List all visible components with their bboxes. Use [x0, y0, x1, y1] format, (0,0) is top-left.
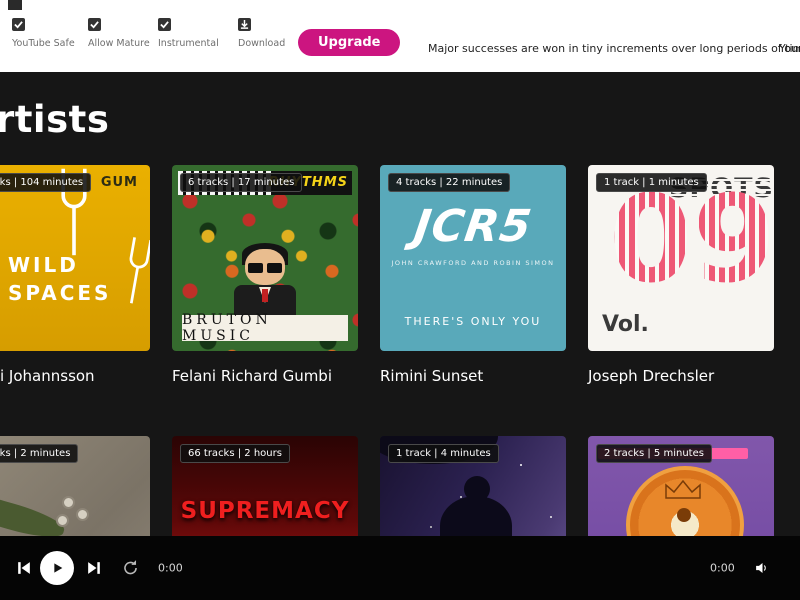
- vol-label: Vol.: [602, 312, 649, 337]
- remaining-time: 0:00: [710, 561, 735, 575]
- track-count-badge: 2 tracks | 5 minutes: [596, 444, 712, 463]
- album-art[interactable]: tracks | 104 minutes GUM WILD SPACES: [0, 165, 150, 351]
- upgrade-button[interactable]: Upgrade: [298, 29, 401, 56]
- window-fragment: [8, 0, 22, 10]
- artist-card[interactable]: 4 tracks | 22 minutes JCR5 JOHN CRAWFORD…: [380, 165, 566, 385]
- artist-name[interactable]: Felani Richard Gumbi: [172, 367, 358, 385]
- filter-download[interactable]: Download: [238, 18, 285, 49]
- quote-text: Major successes are won in tiny incremen…: [428, 42, 800, 55]
- illustration-man: [234, 243, 296, 321]
- figure-face: [677, 508, 691, 522]
- artist-name[interactable]: Joseph Drechsler: [588, 367, 774, 385]
- artist-card[interactable]: RHYTHMS 6 tracks | 17 minutes BRUTON MUS…: [172, 165, 358, 385]
- track-count-badge: 66 tracks | 2 hours: [180, 444, 290, 463]
- band-members: JOHN CRAWFORD AND ROBIN SIMON: [391, 259, 555, 267]
- download-icon[interactable]: [238, 18, 251, 31]
- track-count-badge: 4 tracks | 22 minutes: [388, 173, 511, 192]
- label-logo: GUM: [100, 175, 138, 190]
- track-count-badge: 1 track | 1 minutes: [596, 173, 707, 192]
- tuning-fork-icon: [129, 237, 150, 304]
- label-band: BRUTON MUSIC: [182, 312, 348, 344]
- artist-name[interactable]: i Johannsson: [0, 367, 150, 385]
- filter-label: YouTube Safe: [12, 38, 75, 49]
- checkbox-icon[interactable]: [88, 18, 101, 31]
- album-art[interactable]: 4 tracks | 22 minutes JCR5 JOHN CRAWFORD…: [380, 165, 566, 351]
- crown-icon: [665, 480, 701, 499]
- play-button[interactable]: [40, 551, 74, 585]
- elapsed-time: 0:00: [158, 561, 183, 575]
- next-track-button[interactable]: [84, 558, 104, 578]
- filter-label: Allow Mature: [88, 38, 150, 49]
- artist-name[interactable]: Rimini Sunset: [380, 367, 566, 385]
- filter-allow-mature[interactable]: Allow Mature: [88, 18, 150, 49]
- player-bar: 0:00 0:00: [0, 536, 800, 600]
- page: YouTube Safe Allow Mature Instrumental D…: [0, 0, 800, 600]
- quote-fragment: Yourt: [779, 42, 800, 55]
- track-count-badge: 1 track | 4 minutes: [388, 444, 499, 463]
- track-count-badge: tracks | 2 minutes: [0, 444, 79, 463]
- checkbox-icon[interactable]: [158, 18, 171, 31]
- album-art[interactable]: RHYTHMS 6 tracks | 17 minutes BRUTON MUS…: [172, 165, 358, 351]
- track-count-badge: tracks | 104 minutes: [0, 173, 92, 192]
- checkbox-icon[interactable]: [12, 18, 25, 31]
- filter-instrumental[interactable]: Instrumental: [158, 18, 219, 49]
- album-title: THERE'S ONLY YOU: [404, 315, 542, 328]
- album-title: WILD SPACES: [8, 253, 112, 305]
- album-title: SUPREMACY: [180, 498, 350, 524]
- page-title: rtists: [0, 98, 110, 141]
- previous-track-button[interactable]: [14, 558, 34, 578]
- band-logo: JCR5: [410, 201, 536, 252]
- artist-card[interactable]: 1 track | 1 minutes SPOTS 09 Vol. Joseph…: [588, 165, 774, 385]
- track-count-badge: 6 tracks | 17 minutes: [180, 173, 303, 192]
- volume-icon[interactable]: [754, 560, 771, 577]
- top-bar: YouTube Safe Allow Mature Instrumental D…: [0, 0, 800, 72]
- repeat-button[interactable]: [121, 559, 140, 578]
- volume-number: 09: [609, 171, 774, 310]
- filter-label: Instrumental: [158, 38, 219, 49]
- artist-card[interactable]: tracks | 104 minutes GUM WILD SPACES i J…: [0, 165, 150, 385]
- album-art[interactable]: 1 track | 1 minutes SPOTS 09 Vol.: [588, 165, 774, 351]
- label-name: BRUTON MUSIC: [182, 312, 272, 344]
- filter-label: Download: [238, 38, 286, 49]
- filter-youtube-safe[interactable]: YouTube Safe: [12, 18, 75, 49]
